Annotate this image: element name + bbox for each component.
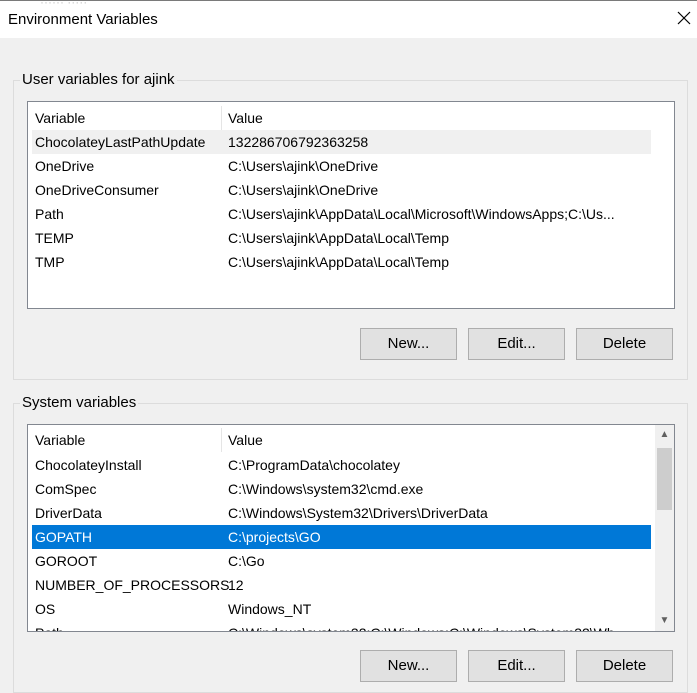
system-edit-button[interactable]: Edit... xyxy=(468,650,565,682)
row-variable: OneDrive xyxy=(35,158,95,174)
system-list-header: Variable Value xyxy=(32,428,654,452)
user-list-header: Variable Value xyxy=(32,106,654,130)
user-new-button[interactable]: New... xyxy=(360,328,457,360)
table-row[interactable]: ChocolateyInstall C:\ProgramData\chocola… xyxy=(32,453,651,477)
column-header-value[interactable]: Value xyxy=(228,428,263,452)
table-row[interactable]: OneDriveConsumer C:\Users\ajink\OneDrive xyxy=(32,178,651,202)
system-delete-button[interactable]: Delete xyxy=(576,650,673,682)
column-divider[interactable] xyxy=(221,106,222,130)
column-divider[interactable] xyxy=(221,428,222,452)
row-variable: GOROOT xyxy=(35,553,98,569)
row-value: C:\Windows\system32;C:\Windows;C:\Window… xyxy=(228,621,648,631)
table-row[interactable]: GOROOT C:\Go xyxy=(32,549,651,573)
system-new-button[interactable]: New... xyxy=(360,650,457,682)
table-row-selected[interactable]: GOPATH C:\projects\GO xyxy=(32,525,651,549)
chevron-down-icon[interactable]: ▼ xyxy=(655,611,674,630)
table-row[interactable]: ComSpec C:\Windows\system32\cmd.exe xyxy=(32,477,651,501)
table-row[interactable]: TMP C:\Users\ajink\AppData\Local\Temp xyxy=(32,250,651,274)
row-variable: Path xyxy=(35,621,64,631)
user-variables-label: User variables for ajink xyxy=(20,71,177,88)
row-variable: GOPATH xyxy=(35,529,93,545)
scrollbar-thumb[interactable] xyxy=(657,448,672,510)
row-value: C:\Users\ajink\AppData\Local\Temp xyxy=(228,254,449,270)
table-row[interactable]: Path C:\Users\ajink\AppData\Local\Micros… xyxy=(32,202,651,226)
row-variable: ChocolateyInstall xyxy=(35,457,142,473)
row-value: 12 xyxy=(228,577,244,593)
row-value: C:\projects\GO xyxy=(228,529,321,545)
background-window-text: ······ ····· xyxy=(40,0,88,9)
row-variable: TMP xyxy=(35,254,65,270)
chevron-up-icon[interactable]: ▲ xyxy=(655,425,674,444)
row-value: C:\Users\ajink\AppData\Local\Temp xyxy=(228,230,449,246)
vertical-scrollbar[interactable]: ▲ ▼ xyxy=(655,425,674,631)
table-row[interactable]: ChocolateyLastPathUpdate 132286706792363… xyxy=(32,130,651,154)
row-variable: Path xyxy=(35,206,64,222)
table-row[interactable]: OneDrive C:\Users\ajink\OneDrive xyxy=(32,154,651,178)
table-row[interactable]: OS Windows_NT xyxy=(32,597,651,621)
user-delete-button[interactable]: Delete xyxy=(576,328,673,360)
row-value: C:\Go xyxy=(228,553,265,569)
table-row[interactable]: DriverData C:\Windows\System32\Drivers\D… xyxy=(32,501,651,525)
table-row[interactable]: Path C:\Windows\system32;C:\Windows;C:\W… xyxy=(32,621,651,631)
row-value: Windows_NT xyxy=(228,601,312,617)
user-edit-button[interactable]: Edit... xyxy=(468,328,565,360)
column-header-variable[interactable]: Variable xyxy=(35,106,85,130)
row-variable: DriverData xyxy=(35,505,102,521)
row-variable: OS xyxy=(35,601,56,617)
row-value: C:\Windows\system32\cmd.exe xyxy=(228,481,424,497)
row-variable: NUMBER_OF_PROCESSORS xyxy=(35,577,230,593)
row-value: 132286706792363258 xyxy=(228,134,369,150)
user-variables-list[interactable]: Variable Value ChocolateyLastPathUpdate … xyxy=(27,101,675,309)
row-variable: ChocolateyLastPathUpdate xyxy=(35,134,206,150)
system-variables-label: System variables xyxy=(20,394,139,411)
title-bar: ······ ····· Environment Variables xyxy=(0,0,697,38)
close-icon[interactable] xyxy=(677,11,691,25)
table-row[interactable]: NUMBER_OF_PROCESSORS 12 xyxy=(32,573,651,597)
window-title: Environment Variables xyxy=(8,11,158,28)
row-variable: OneDriveConsumer xyxy=(35,182,159,198)
row-variable: TEMP xyxy=(35,230,74,246)
row-value: C:\Users\ajink\AppData\Local\Microsoft\W… xyxy=(228,206,615,222)
row-value: C:\ProgramData\chocolatey xyxy=(228,457,400,473)
table-row[interactable]: TEMP C:\Users\ajink\AppData\Local\Temp xyxy=(32,226,651,250)
row-value: C:\Windows\System32\Drivers\DriverData xyxy=(228,505,488,521)
column-header-value[interactable]: Value xyxy=(228,106,263,130)
row-value: C:\Users\ajink\OneDrive xyxy=(228,182,379,198)
row-variable: ComSpec xyxy=(35,481,97,497)
column-header-variable[interactable]: Variable xyxy=(35,428,85,452)
row-value: C:\Users\ajink\OneDrive xyxy=(228,158,379,174)
system-variables-list[interactable]: Variable Value ChocolateyInstall C:\Prog… xyxy=(27,424,675,632)
